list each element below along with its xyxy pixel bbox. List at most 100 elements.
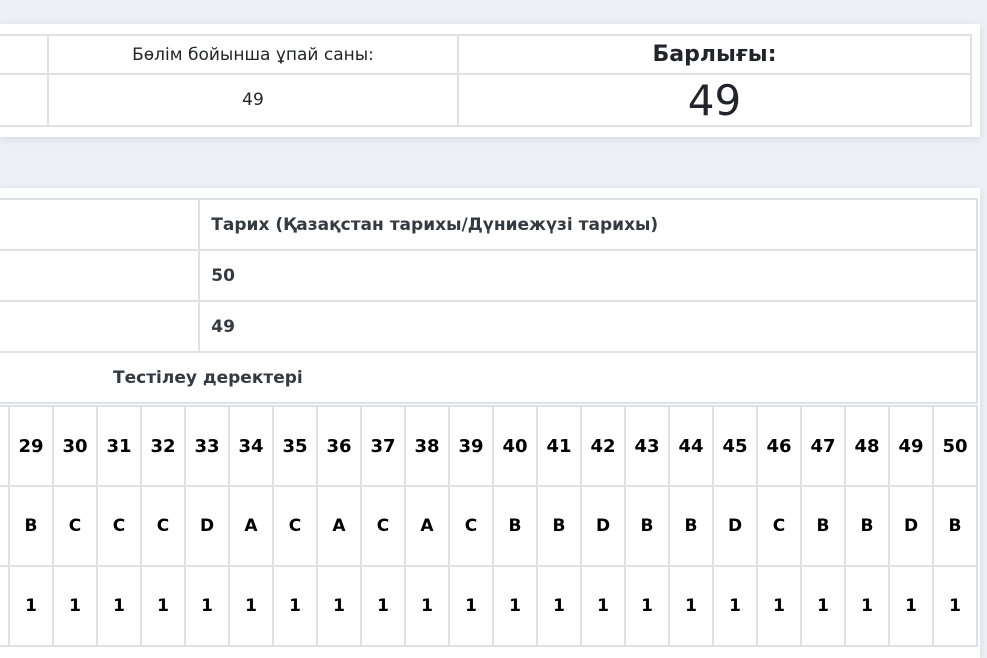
info-label-cell <box>0 300 201 353</box>
score-summary-table: Бөлім бойынша ұпай саны: Барлығы: 49 49 <box>0 34 972 127</box>
answer-points-cell: 1 <box>624 565 670 647</box>
answer-letter-cell: B <box>668 485 714 567</box>
answer-letter-cell: C <box>360 485 406 567</box>
answer-points-cell: 1 <box>8 565 54 647</box>
question-number-cell: 39 <box>448 405 494 487</box>
answer-letter-cell: D <box>580 485 626 567</box>
answer-points-cell: 1 <box>360 565 406 647</box>
answer-letter-cell: B <box>800 485 846 567</box>
answer-points-cell: 1 <box>228 565 274 647</box>
answer-letter-cell: B <box>624 485 670 567</box>
answer-letter-cell: D <box>712 485 758 567</box>
question-number-row: 29 30 31 32 33 34 35 36 37 38 39 40 41 42 43 44 45 46 47 48… <box>0 405 978 487</box>
answer-letter-cell: B <box>932 485 978 567</box>
answer-letter-cell: C <box>140 485 186 567</box>
question-number-cell: 44 <box>668 405 714 487</box>
info-label-cell <box>0 249 201 302</box>
answer-letter-cell: C <box>448 485 494 567</box>
grid-edge-cell <box>0 405 10 487</box>
section-score-value-cell: 49 <box>47 73 459 127</box>
score-summary-card: Бөлім бойынша ұпай саны: Барлығы: 49 49 <box>0 24 980 137</box>
answer-letter-cell: C <box>272 485 318 567</box>
total-label: Барлығы: <box>652 42 777 67</box>
subject-info-table: Тарих (Қазақстан тарихы/Дүниежүзі тарихы… <box>0 198 978 404</box>
question-number-cell: 40 <box>492 405 538 487</box>
question-number-cell: 36 <box>316 405 362 487</box>
score-value: 49 <box>198 300 978 353</box>
question-number-cell: 33 <box>184 405 230 487</box>
answer-letter-cell: B <box>536 485 582 567</box>
question-number-cell: 34 <box>228 405 274 487</box>
answer-letter-cell: A <box>316 485 362 567</box>
answers-grid: 29 30 31 32 33 34 35 36 37 38 39 40 41 42 43 44 45 46 47 48… <box>0 405 978 647</box>
question-number-cell: 42 <box>580 405 626 487</box>
question-number-cell: 47 <box>800 405 846 487</box>
answer-points-cell: 1 <box>96 565 142 647</box>
question-number-cell: 38 <box>404 405 450 487</box>
answer-points-cell: 1 <box>712 565 758 647</box>
question-number-cell: 37 <box>360 405 406 487</box>
summary-cell-empty <box>0 34 49 75</box>
answer-points-row: 1111111111111111111111 <box>0 565 978 647</box>
summary-value-row: 49 49 <box>0 73 972 127</box>
question-number-cell: 50 <box>932 405 978 487</box>
subject-results-card: Тарих (Қазақстан тарихы/Дүниежүзі тарихы… <box>0 188 980 658</box>
answer-letter-cell: C <box>96 485 142 567</box>
grid-edge-cell <box>0 485 10 567</box>
answer-points-cell: 1 <box>844 565 890 647</box>
answer-points-cell: 1 <box>888 565 934 647</box>
question-number-cell: 48 <box>844 405 890 487</box>
question-number-cell: 45 <box>712 405 758 487</box>
question-number-cell: 35 <box>272 405 318 487</box>
question-number-cell: 49 <box>888 405 934 487</box>
testing-data-header-row: Тестілеу деректері <box>0 351 978 404</box>
total-label-cell: Барлығы: <box>457 34 972 75</box>
info-label-cell <box>0 198 201 251</box>
answer-points-cell: 1 <box>492 565 538 647</box>
answer-letter-cell: B <box>8 485 54 567</box>
question-number-cell: 46 <box>756 405 802 487</box>
total-value-cell: 49 <box>457 73 972 127</box>
max-score-value: 50 <box>198 249 978 302</box>
answer-letter-cell: C <box>756 485 802 567</box>
grid-edge-cell <box>0 565 10 647</box>
score-row: 49 <box>0 300 978 353</box>
summary-header-row: Бөлім бойынша ұпай саны: Барлығы: <box>0 34 972 75</box>
answer-points-cell: 1 <box>536 565 582 647</box>
question-number-cell: 41 <box>536 405 582 487</box>
answer-points-cell: 1 <box>448 565 494 647</box>
answer-letter-row: BCCCDACACACBBDBBDCBBDB <box>0 485 978 567</box>
answer-points-cell: 1 <box>580 565 626 647</box>
question-number-cell: 43 <box>624 405 670 487</box>
answer-points-cell: 1 <box>668 565 714 647</box>
subject-name: Тарих (Қазақстан тарихы/Дүниежүзі тарихы… <box>198 198 978 251</box>
answer-letter-cell: D <box>888 485 934 567</box>
answer-points-cell: 1 <box>756 565 802 647</box>
answer-points-cell: 1 <box>932 565 978 647</box>
answer-points-cell: 1 <box>272 565 318 647</box>
answer-points-cell: 1 <box>404 565 450 647</box>
section-score-label-cell: Бөлім бойынша ұпай саны: <box>47 34 459 75</box>
answer-points-cell: 1 <box>800 565 846 647</box>
question-number-cell: 30 <box>52 405 98 487</box>
total-value: 49 <box>687 75 742 125</box>
answer-points-cell: 1 <box>184 565 230 647</box>
answer-points-cell: 1 <box>52 565 98 647</box>
answer-letter-cell: A <box>228 485 274 567</box>
answer-letter-cell: B <box>492 485 538 567</box>
section-score-value: 49 <box>242 90 264 110</box>
answer-letter-cell: B <box>844 485 890 567</box>
answer-points-cell: 1 <box>140 565 186 647</box>
answer-letter-cell: A <box>404 485 450 567</box>
summary-cell-empty <box>0 73 49 127</box>
question-number-cell: 32 <box>140 405 186 487</box>
subject-name-row: Тарих (Қазақстан тарихы/Дүниежүзі тарихы… <box>0 198 978 251</box>
section-score-label: Бөлім бойынша ұпай саны: <box>132 44 374 65</box>
testing-data-header: Тестілеу деректері <box>0 351 978 404</box>
question-number-cell: 31 <box>96 405 142 487</box>
question-number-cell: 29 <box>8 405 54 487</box>
max-score-row: 50 <box>0 249 978 302</box>
answer-letter-cell: D <box>184 485 230 567</box>
answer-points-cell: 1 <box>316 565 362 647</box>
answer-letter-cell: C <box>52 485 98 567</box>
